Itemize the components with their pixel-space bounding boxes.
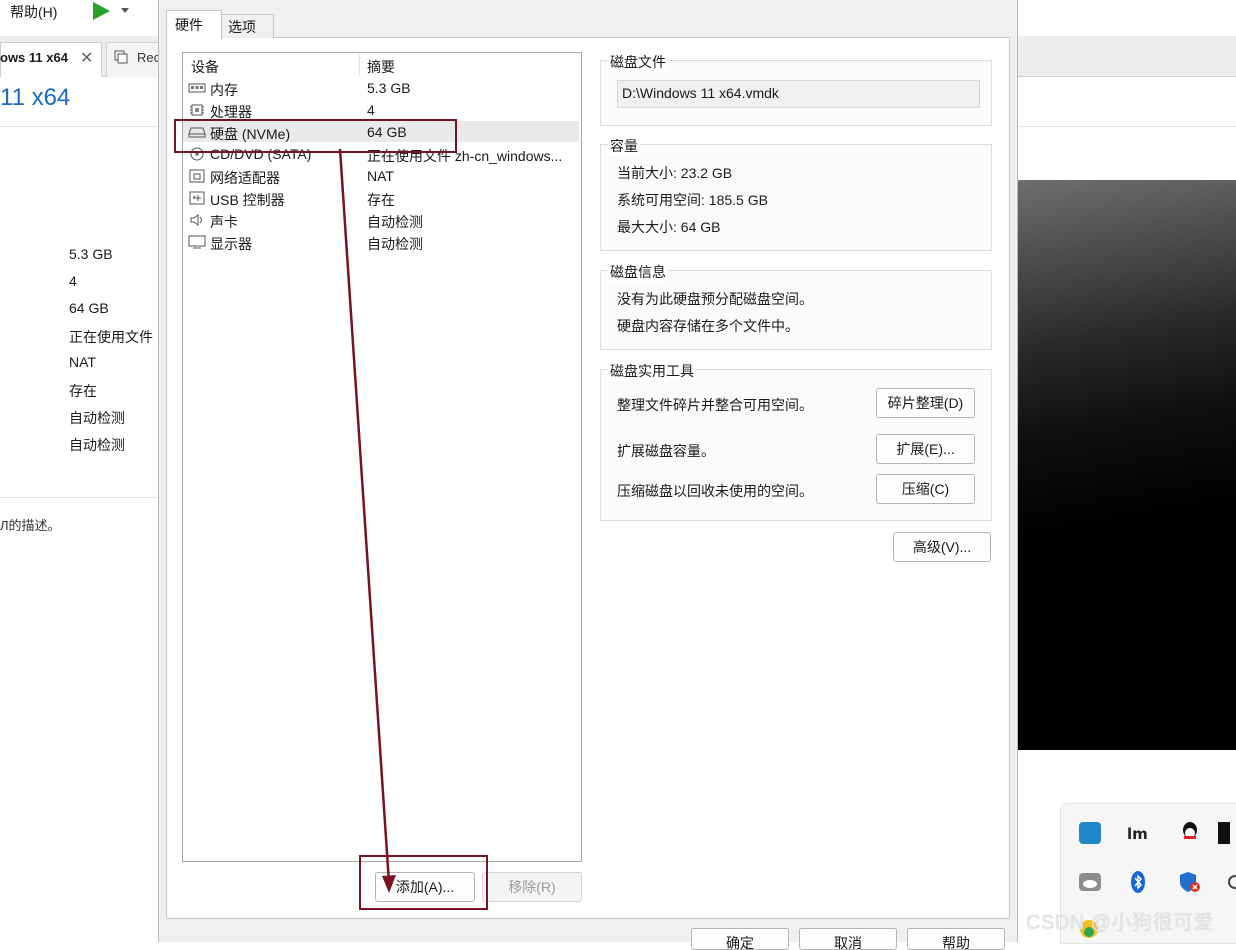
app-tray-icon-partial[interactable]: [1218, 822, 1230, 844]
capacity-title: 容量: [608, 136, 640, 156]
bg-summary-display: 自动检测: [69, 437, 125, 453]
svg-text:lml: lml: [1127, 825, 1149, 842]
vmware-tray-icon[interactable]: lml: [1127, 824, 1149, 842]
compact-button[interactable]: 压缩(C): [876, 474, 975, 504]
remove-button[interactable]: 移除(R): [482, 872, 582, 902]
current-size: 当前大小: 23.2 GB: [617, 165, 733, 181]
close-icon[interactable]: ✕: [80, 48, 93, 68]
disk-info-line2: 硬盘内容存储在多个文件中。: [617, 318, 799, 334]
network-adapter-icon: [189, 169, 205, 183]
annotation-box-add: [359, 855, 488, 910]
help-button[interactable]: 帮助: [907, 928, 1005, 950]
device-summary: 自动检测: [367, 214, 423, 230]
tab-strip-right: [1016, 36, 1236, 77]
vm-description: Л的描述。: [0, 518, 61, 533]
disk-info-group: [600, 270, 992, 350]
tray-icon-partial[interactable]: [1226, 874, 1236, 890]
watermark: CSDN @小狗很可爱: [1026, 912, 1215, 934]
column-divider[interactable]: [359, 54, 360, 76]
security-shield-icon[interactable]: [1178, 870, 1202, 894]
available-space: 系统可用空间: 185.5 GB: [617, 192, 768, 208]
bg-summary-network: NAT: [69, 354, 96, 370]
compact-description: 压缩磁盘以回收未使用的空间。: [617, 483, 813, 499]
divider: [1016, 126, 1236, 127]
bg-summary-processor: 4: [69, 273, 77, 289]
disk-info-line1: 没有为此硬盘预分配磁盘空间。: [617, 291, 813, 307]
cloud-icon[interactable]: [1078, 872, 1102, 892]
vm-preview[interactable]: [1016, 180, 1236, 750]
bg-summary-usb: 存在: [69, 383, 97, 399]
usb-icon: [189, 191, 205, 205]
cancel-button[interactable]: 取消: [799, 928, 897, 950]
help-menu[interactable]: 帮助(H): [10, 2, 57, 22]
device-row-usb[interactable]: USB 控制器: [210, 190, 285, 210]
device-row-display[interactable]: 显示器: [210, 234, 252, 254]
device-summary: NAT: [367, 168, 394, 184]
disk-info-title: 磁盘信息: [608, 262, 668, 282]
device-summary: 自动检测: [367, 236, 423, 252]
bg-summary-cd: 正在使用文件: [69, 329, 153, 345]
disk-file-title: 磁盘文件: [608, 52, 668, 72]
window-icon: [114, 50, 128, 64]
bg-summary-memory: 5.3 GB: [69, 246, 113, 262]
device-row-sound[interactable]: 声卡: [210, 212, 238, 232]
bg-summary-disk: 64 GB: [69, 300, 109, 316]
advanced-button[interactable]: 高级(V)...: [893, 532, 991, 562]
divider: [0, 126, 158, 127]
divider: [0, 497, 158, 498]
second-tab-label: Rec: [137, 50, 161, 65]
device-summary: 4: [367, 102, 375, 118]
play-icon[interactable]: [90, 0, 112, 22]
chevron-down-icon[interactable]: [120, 5, 130, 15]
bg-summary-sound: 自动检测: [69, 410, 125, 426]
device-row-memory[interactable]: 内存: [210, 80, 238, 100]
bluetooth-icon[interactable]: [1130, 870, 1146, 894]
defragment-button[interactable]: 碎片整理(D): [876, 388, 975, 418]
annotation-box-harddisk: [174, 119, 457, 153]
qq-icon[interactable]: [1179, 820, 1201, 844]
display-icon: [188, 235, 206, 249]
memory-icon: [188, 83, 206, 93]
disk-utilities-title: 磁盘实用工具: [608, 361, 696, 381]
ok-button[interactable]: 确定: [691, 928, 789, 950]
tab-options-label: 选项: [228, 19, 256, 35]
column-header-device[interactable]: 设备: [191, 57, 219, 77]
processor-icon: [190, 104, 204, 116]
disk-file-path-field[interactable]: D:\Windows 11 x64.vmdk: [617, 80, 980, 108]
expand-description: 扩展磁盘容量。: [617, 443, 715, 459]
sound-card-icon: [190, 214, 202, 226]
device-summary: 5.3 GB: [367, 80, 411, 96]
app-tray-icon[interactable]: [1079, 822, 1101, 844]
defrag-description: 整理文件碎片并整合可用空间。: [617, 397, 813, 413]
column-header-summary[interactable]: 摘要: [367, 57, 395, 77]
device-row-network[interactable]: 网络适配器: [210, 168, 280, 188]
max-size: 最大大小: 64 GB: [617, 219, 721, 235]
expand-button[interactable]: 扩展(E)...: [876, 434, 975, 464]
vm-title: 11 x64: [0, 84, 71, 111]
device-summary: 存在: [367, 192, 395, 208]
tab-hardware-label: 硬件: [175, 17, 203, 33]
vm-tab-label: ows 11 x64: [0, 50, 68, 65]
